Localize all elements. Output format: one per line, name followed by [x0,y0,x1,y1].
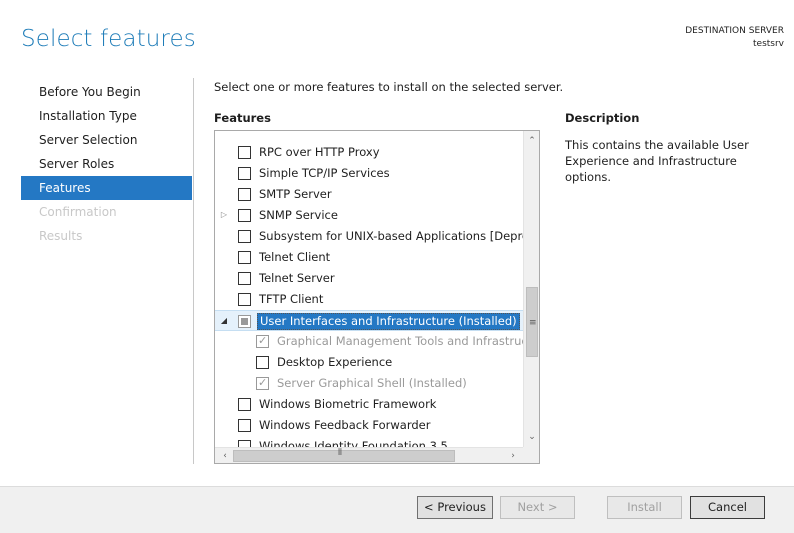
feature-checkbox[interactable]: ✓ [256,334,269,348]
scrollbar-thumb[interactable]: ≡ [526,287,538,357]
page-title: Select features [21,26,196,52]
chevron-left-icon[interactable]: ‹ [217,448,233,463]
destination-server-label: DESTINATION SERVER [685,26,784,36]
nav-divider [193,78,194,464]
feature-row[interactable]: Telnet Server [215,268,523,289]
feature-label: Telnet Server [259,271,335,285]
feature-row[interactable]: RPC over HTTP Proxy [215,142,523,163]
feature-label: RPC over HTTP Proxy [259,145,380,159]
description-header: Description [565,111,640,125]
feature-label: Telnet Client [259,250,331,264]
cancel-button[interactable]: Cancel [690,496,765,519]
checkmark-icon: ✓ [258,334,268,347]
feature-checkbox[interactable] [238,146,251,159]
feature-label: Windows Feedback Forwarder [259,418,431,432]
feature-row[interactable]: Windows Identity Foundation 3.5 [215,436,523,447]
vertical-scrollbar[interactable]: ⌃ ≡ ⌄ [523,131,539,447]
feature-row[interactable]: Telnet Client [215,247,523,268]
features-tree[interactable]: RPC over HTTP Proxy Simple TCP/IP Service… [214,130,540,464]
nav-item-installation-type[interactable]: Installation Type [21,104,192,128]
feature-checkbox[interactable] [238,230,251,243]
grip-icon: ≡ [529,318,537,328]
chevron-down-icon[interactable]: ⌄ [524,429,539,445]
wizard-nav: Before You Begin Installation Type Serve… [21,80,192,248]
chevron-up-icon[interactable]: ⌃ [524,133,539,149]
feature-label: Simple TCP/IP Services [259,166,390,180]
feature-row[interactable]: Subsystem for UNIX-based Applications [D… [215,226,523,247]
nav-item-server-roles[interactable]: Server Roles [21,152,192,176]
previous-button[interactable]: < Previous [417,496,493,519]
feature-label: Windows Identity Foundation 3.5 [259,439,448,447]
feature-checkbox[interactable] [238,272,251,285]
triangle-down-icon[interactable]: ◢ [219,316,229,326]
feature-checkbox[interactable] [238,188,251,201]
feature-row[interactable]: SMTP Server [215,184,523,205]
features-tree-viewport: RPC over HTTP Proxy Simple TCP/IP Service… [215,131,523,447]
scrollbar-corner [523,447,539,463]
chevron-right-icon[interactable]: › [505,448,521,463]
install-button: Install [607,496,682,519]
feature-label: Subsystem for UNIX-based Applications [D… [259,229,523,243]
nav-item-results: Results [39,229,83,243]
feature-label: Graphical Management Tools and Infrastru… [277,334,523,348]
feature-label: Desktop Experience [277,355,393,369]
next-button: Next > [500,496,575,519]
feature-row[interactable]: Windows Biometric Framework [215,394,523,415]
horizontal-scrollbar[interactable]: ‹ ⦀ › [215,447,523,463]
feature-checkbox[interactable] [238,209,251,222]
feature-row[interactable]: ◢ User Interfaces and Infrastructure (Ins… [215,310,523,331]
feature-checkbox[interactable] [238,440,251,447]
feature-label: TFTP Client [259,292,324,306]
feature-checkbox[interactable] [238,315,251,328]
feature-row[interactable]: Windows Feedback Forwarder [215,415,523,436]
partial-check-icon [241,318,248,325]
feature-checkbox[interactable] [238,167,251,180]
feature-label: Windows Biometric Framework [259,397,437,411]
feature-checkbox[interactable]: ✓ [256,376,269,390]
nav-item-confirmation: Confirmation [39,205,117,219]
feature-label: SMTP Server [259,187,332,201]
feature-checkbox[interactable] [238,398,251,411]
feature-label: SNMP Service [259,208,338,222]
feature-row[interactable]: ✓ Server Graphical Shell (Installed) [215,373,523,394]
triangle-right-icon[interactable]: ▷ [219,210,229,220]
features-header: Features [214,111,271,125]
nav-item-features[interactable]: Features [21,176,192,200]
destination-server-name: testsrv [753,39,784,49]
description-text: This contains the available User Experie… [565,138,749,184]
feature-checkbox[interactable] [238,251,251,264]
feature-row[interactable]: Simple TCP/IP Services [215,163,523,184]
feature-label: Server Graphical Shell (Installed) [277,376,467,390]
feature-checkbox[interactable] [238,293,251,306]
feature-checkbox[interactable] [238,419,251,432]
feature-label: User Interfaces and Infrastructure (Inst… [257,313,520,330]
feature-row[interactable]: ▷ SNMP Service [215,205,523,226]
feature-checkbox[interactable] [256,356,269,369]
feature-row[interactable]: Desktop Experience [215,352,523,373]
horizontal-scrollbar-thumb[interactable]: ⦀ [233,448,455,462]
nav-item-server-selection[interactable]: Server Selection [21,128,192,152]
grip-icon: ⦀ [338,448,342,458]
nav-item-before-you-begin[interactable]: Before You Begin [21,80,192,104]
feature-row[interactable]: TFTP Client [215,289,523,310]
instruction-text: Select one or more features to install o… [214,80,564,94]
feature-row[interactable]: ✓ Graphical Management Tools and Infrastr… [215,331,523,352]
checkmark-icon: ✓ [258,376,268,389]
